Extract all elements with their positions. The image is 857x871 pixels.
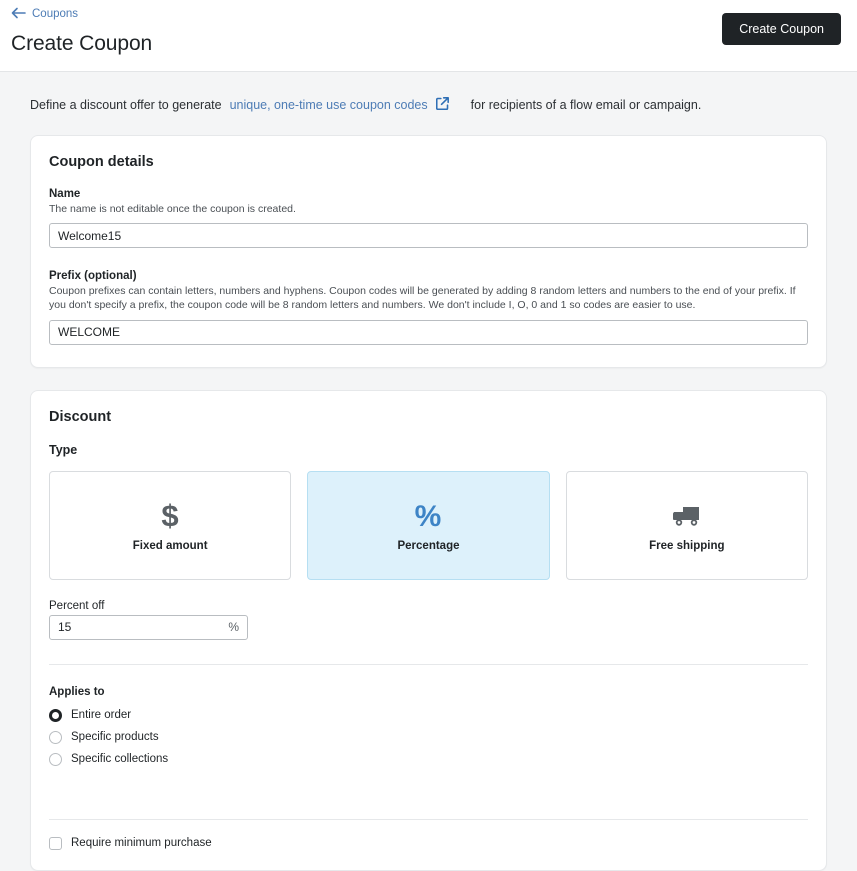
back-link-label: Coupons [32, 8, 79, 20]
discount-type-options: $ Fixed amount % Percentage Free shippin… [49, 470, 808, 580]
radio-specific-collections-icon [49, 752, 62, 766]
coupon-codes-link-label: unique, one-time use coupon codes [229, 98, 428, 112]
discount-type-fixed-amount[interactable]: $ Fixed amount [49, 470, 292, 580]
require-minimum-purchase-row[interactable]: Require minimum purchase [49, 820, 808, 870]
external-link-icon [435, 97, 449, 113]
radio-specific-products-icon [49, 730, 62, 744]
radio-entire-order-label: Entire order [71, 709, 132, 722]
percent-icon: % [413, 498, 443, 534]
arrow-left-icon [11, 7, 26, 23]
page-header: Coupons Create Coupon Create Coupon [0, 0, 857, 72]
prefix-field-group: Prefix (optional) Coupon prefixes can co… [49, 270, 808, 345]
discount-type-label: Type [49, 442, 78, 457]
radio-specific-products-label: Specific products [71, 731, 159, 744]
discount-type-percentage-label: Percentage [397, 540, 460, 553]
percent-off-input[interactable] [49, 614, 248, 640]
percent-off-label: Percent off [49, 599, 105, 612]
truck-icon [670, 498, 704, 534]
coupon-details-title: Coupon details [49, 154, 154, 170]
intro-suffix-text: for recipients of a flow email or campai… [470, 98, 702, 112]
radio-option-entire-order[interactable]: Entire order [49, 708, 808, 722]
back-link-coupons[interactable]: Coupons [11, 7, 78, 23]
radio-specific-collections-label: Specific collections [71, 753, 169, 766]
radio-option-specific-collections[interactable]: Specific collections [49, 752, 808, 766]
discount-type-fixed-amount-label: Fixed amount [132, 540, 208, 553]
name-label: Name [49, 188, 81, 200]
name-field-group: Name The name is not editable once the c… [49, 188, 808, 249]
discount-title: Discount [49, 408, 112, 425]
radio-entire-order-icon [49, 708, 62, 722]
discount-type-free-shipping-label: Free shipping [649, 540, 725, 553]
discount-card: Discount Type $ Fixed amount % Percentag… [30, 389, 827, 871]
svg-text:%: % [415, 500, 442, 533]
intro-prefix-text: Define a discount offer to generate [30, 98, 222, 112]
prefix-help-text: Coupon prefixes can contain letters, num… [49, 285, 796, 312]
require-minimum-purchase-label: Require minimum purchase [71, 837, 212, 850]
prefix-input[interactable] [49, 319, 808, 345]
percent-off-group: Percent off % [49, 600, 808, 640]
discount-type-percentage[interactable]: % Percentage [307, 470, 550, 580]
intro-description: Define a discount offer to generate uniq… [0, 72, 857, 113]
coupon-codes-link[interactable]: unique, one-time use coupon codes [230, 97, 449, 113]
prefix-label: Prefix (optional) [49, 270, 137, 283]
radio-option-specific-products[interactable]: Specific products [49, 730, 808, 744]
name-input[interactable] [49, 223, 808, 249]
require-minimum-purchase-checkbox[interactable] [49, 836, 62, 850]
create-coupon-button[interactable]: Create Coupon [722, 13, 841, 45]
discount-type-free-shipping[interactable]: Free shipping [565, 470, 808, 580]
coupon-details-card: Coupon details Name The name is not edit… [30, 135, 827, 368]
dollar-sign-icon: $ [157, 498, 183, 534]
svg-text:$: $ [162, 499, 179, 533]
applies-to-label: Applies to [49, 685, 105, 698]
name-help-text: The name is not editable once the coupon… [49, 203, 296, 215]
page-title: Create Coupon [11, 32, 153, 55]
divider-above-applies-to [49, 663, 808, 665]
